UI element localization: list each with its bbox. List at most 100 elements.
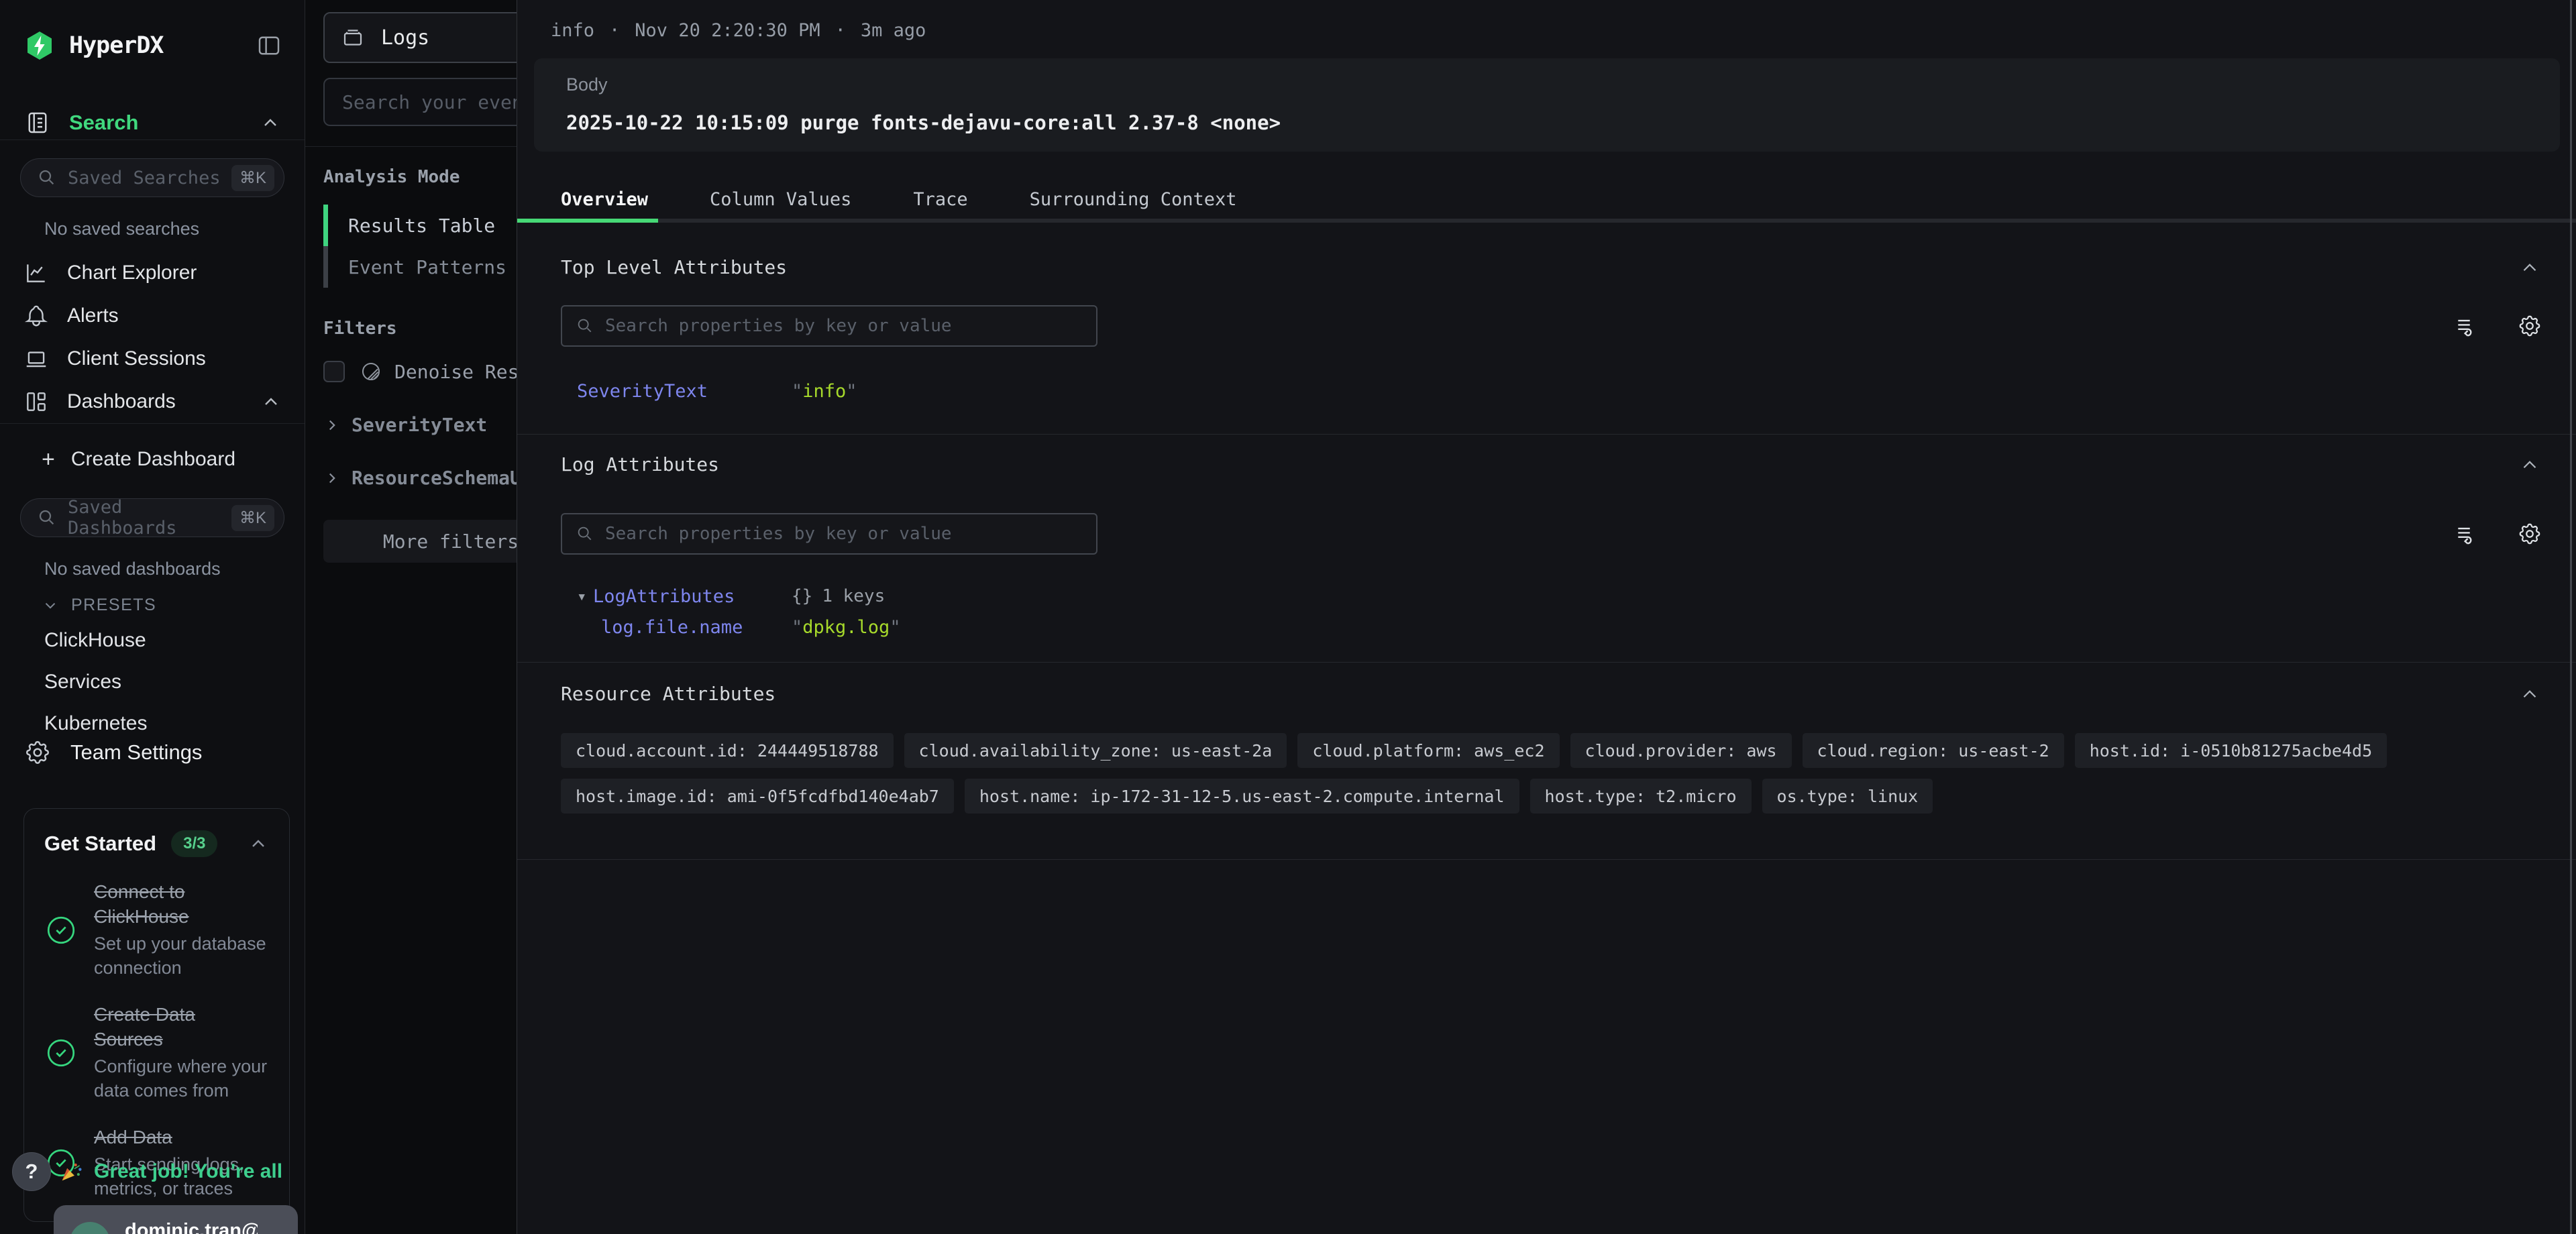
chevron-up-icon[interactable] xyxy=(260,391,282,412)
chevron-right-icon xyxy=(258,1230,282,1234)
search-icon xyxy=(37,508,57,528)
logs-source-icon xyxy=(341,25,365,50)
sidebar-item-client-sessions[interactable]: Client Sessions xyxy=(20,337,284,380)
attribute-row: SeverityText "info" xyxy=(577,378,2542,404)
search-icon xyxy=(576,524,594,543)
mode-event-patterns[interactable]: Event Patterns xyxy=(305,246,517,288)
mode-label: Event Patterns xyxy=(348,256,506,278)
chevron-up-icon[interactable] xyxy=(2518,256,2541,279)
chevron-up-icon[interactable] xyxy=(2518,453,2541,476)
sidebar-item-dashboards[interactable]: Dashboards xyxy=(20,380,284,423)
log-detail-panel: info · Nov 20 2:20:30 PM · 3m ago Body 2… xyxy=(517,0,2576,1234)
source-label: Logs xyxy=(381,26,429,50)
logo-row: HyperDX xyxy=(0,0,305,64)
presets-toggle[interactable]: PRESETS xyxy=(42,596,284,615)
attribute-tree-root[interactable]: ▾ LogAttributes {} 1 keys xyxy=(577,583,2542,610)
bell-icon xyxy=(23,303,50,329)
divider xyxy=(0,423,305,424)
filter-group-label: SeverityText xyxy=(352,414,487,436)
resource-chip[interactable]: host.id: i-0510b81275acbe4d5 xyxy=(2075,733,2387,768)
divider xyxy=(0,139,305,140)
tab-surrounding-context[interactable]: Surrounding Context xyxy=(1030,189,1237,210)
event-search-input[interactable]: Search your event xyxy=(323,78,517,126)
denoise-icon xyxy=(360,360,382,383)
shortcut-badge: ⌘K xyxy=(231,165,274,191)
divider xyxy=(305,146,517,147)
resource-chip[interactable]: host.type: t2.micro xyxy=(1530,779,1752,814)
tab-trace[interactable]: Trace xyxy=(913,189,967,210)
filter-group-resourceschemaurl[interactable]: ResourceSchemaUrl xyxy=(323,467,517,489)
gear-icon[interactable] xyxy=(2517,521,2542,547)
sidebar-item-alerts[interactable]: Alerts xyxy=(20,294,284,337)
preset-item-services[interactable]: Services xyxy=(44,666,284,698)
saved-dashboards-input[interactable]: Saved Dashboards ⌘K xyxy=(20,498,284,537)
get-started-step[interactable]: Create Data Sources Configure where your… xyxy=(44,1003,269,1103)
step-title: Add Data xyxy=(94,1125,269,1150)
quote: " xyxy=(890,617,900,638)
tab-overview[interactable]: Overview xyxy=(561,189,648,210)
search-section-icon xyxy=(23,109,52,137)
filter-group-label: ResourceSchemaUrl xyxy=(352,467,517,489)
more-filters-button[interactable]: More filters xyxy=(323,520,517,563)
saved-searches-input[interactable]: Saved Searches ⌘K xyxy=(20,158,284,197)
sidebar-item-team-settings[interactable]: Team Settings xyxy=(23,732,281,773)
chevron-up-icon[interactable] xyxy=(2518,683,2541,706)
denoise-checkbox[interactable] xyxy=(323,361,345,382)
gear-icon xyxy=(23,738,52,767)
sidebar-toggle-button[interactable] xyxy=(255,32,283,60)
preset-item-clickhouse[interactable]: ClickHouse xyxy=(44,624,284,657)
filter-group-severitytext[interactable]: SeverityText xyxy=(323,414,517,436)
separator: · xyxy=(609,20,620,41)
no-saved-dashboards-text: No saved dashboards xyxy=(44,559,284,579)
party-popper-icon xyxy=(58,1158,85,1185)
resource-chip[interactable]: cloud.region: us-east-2 xyxy=(1803,733,2064,768)
user-account-button[interactable]: D dominic.tran@clic... dominic.tran@clic… xyxy=(54,1205,298,1234)
attribute-value[interactable]: info xyxy=(802,381,846,402)
plus-icon: + xyxy=(42,447,55,473)
resource-chip[interactable]: cloud.account.id: 244449518788 xyxy=(561,733,894,768)
resource-chip[interactable]: cloud.platform: aws_ec2 xyxy=(1297,733,1559,768)
create-dashboard-label: Create Dashboard xyxy=(71,448,235,471)
resource-chip[interactable]: cloud.availability_zone: us-east-2a xyxy=(904,733,1287,768)
get-started-step[interactable]: Connect to ClickHouse Set up your databa… xyxy=(44,880,269,980)
resource-chip[interactable]: host.name: ip-172-31-12-5.us-east-2.comp… xyxy=(965,779,1519,814)
attribute-key[interactable]: SeverityText xyxy=(577,381,792,402)
detail-tabs: Overview Column Values Trace Surrounding… xyxy=(517,180,2576,223)
attribute-key[interactable]: log.file.name xyxy=(601,617,792,638)
wrap-lines-icon[interactable] xyxy=(2454,521,2479,547)
attribute-key[interactable]: LogAttributes xyxy=(593,586,792,607)
scrollbar[interactable] xyxy=(2570,0,2572,1234)
create-dashboard-button[interactable]: + Create Dashboard xyxy=(20,439,284,480)
source-select[interactable]: Logs xyxy=(323,12,517,63)
section-title: Top Level Attributes xyxy=(561,223,2542,278)
attribute-value[interactable]: dpkg.log xyxy=(802,617,890,638)
mode-results-table[interactable]: Results Table xyxy=(305,205,517,246)
chevron-up-icon[interactable] xyxy=(260,112,281,133)
log-detail-header: info · Nov 20 2:20:30 PM · 3m ago xyxy=(517,0,2576,41)
gear-icon[interactable] xyxy=(2517,313,2542,339)
saved-searches-placeholder: Saved Searches xyxy=(68,168,221,188)
tab-column-values[interactable]: Column Values xyxy=(710,189,851,210)
timestamp: Nov 20 2:20:30 PM xyxy=(635,20,820,41)
chevron-down-icon xyxy=(42,597,59,614)
resource-chip[interactable]: cloud.provider: aws xyxy=(1570,733,1792,768)
sidebar-item-search[interactable]: Search xyxy=(0,106,305,139)
quote: " xyxy=(846,381,857,402)
property-search-input[interactable]: Search properties by key or value xyxy=(561,513,1097,555)
resource-chip[interactable]: host.image.id: ami-0f5fcdfbd140e4ab7 xyxy=(561,779,954,814)
quote: " xyxy=(792,617,802,638)
analysis-mode-label: Analysis Mode xyxy=(323,167,517,187)
sidebar-item-chart-explorer[interactable]: Chart Explorer xyxy=(20,251,284,294)
active-mode-bar xyxy=(323,205,328,246)
chevron-up-icon[interactable] xyxy=(248,833,269,854)
log-body-card: Body 2025-10-22 10:15:09 purge fonts-dej… xyxy=(534,58,2560,152)
denoise-label: Denoise Results xyxy=(394,361,517,383)
congrats-row: ? Great job! You're all xyxy=(12,1152,282,1191)
chart-explorer-label: Chart Explorer xyxy=(67,262,197,284)
help-button[interactable]: ? xyxy=(12,1152,51,1191)
wrap-lines-icon[interactable] xyxy=(2454,313,2479,339)
hyperdx-logo-icon xyxy=(23,30,56,62)
avatar: D xyxy=(70,1222,110,1234)
property-search-input[interactable]: Search properties by key or value xyxy=(561,305,1097,347)
resource-chip[interactable]: os.type: linux xyxy=(1762,779,1933,814)
